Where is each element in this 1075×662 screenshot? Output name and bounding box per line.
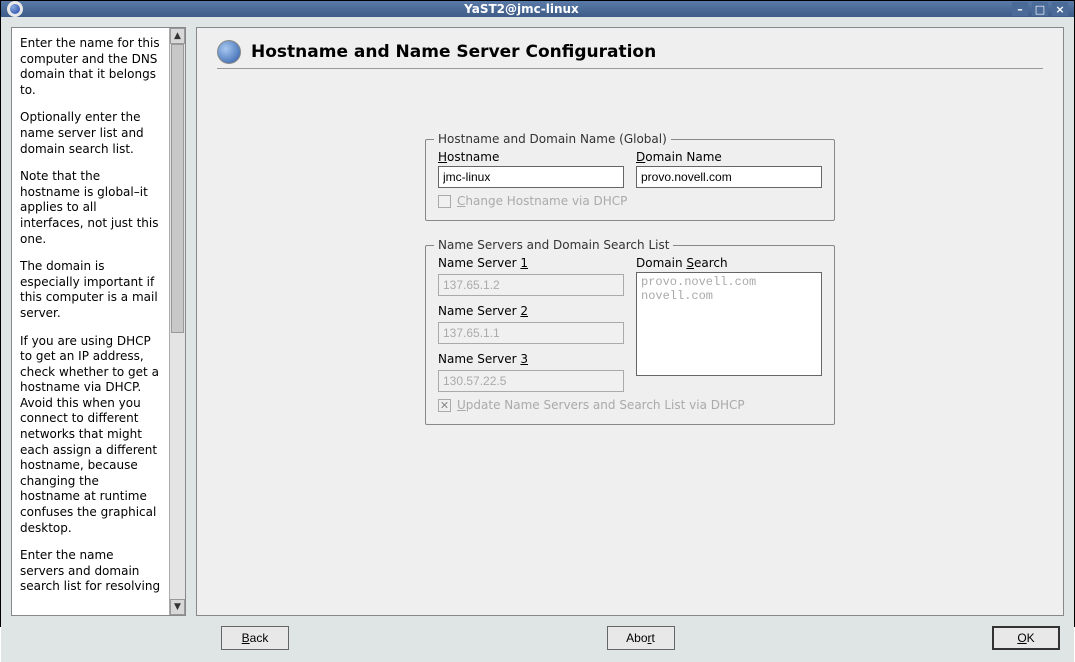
dhcp-hostname-checkbox (438, 195, 451, 208)
window-controls: – □ × (1012, 2, 1068, 16)
scroll-thumb[interactable] (171, 44, 184, 333)
heading-separator (217, 68, 1043, 69)
dhcp-ns-label: Update Name Servers and Search List via … (457, 398, 745, 412)
ns-grid: Name Server 1 Name Server 2 Name Server … (438, 256, 822, 392)
app-icon (7, 1, 23, 17)
globe-icon (217, 40, 241, 64)
scroll-track[interactable] (170, 44, 185, 599)
main-pane: Hostname and Name Server Configuration H… (196, 27, 1064, 616)
back-button[interactable]: Back (221, 626, 289, 650)
dhcp-ns-row: ✕ Update Name Servers and Search List vi… (438, 398, 822, 412)
hostname-row: Hostname Domain Name (438, 150, 822, 188)
hostname-field: Hostname (438, 150, 624, 188)
domain-field: Domain Name (636, 150, 822, 188)
domain-search-input (636, 272, 822, 376)
nameserver-group-legend: Name Servers and Domain Search List (434, 238, 673, 252)
help-p1: Enter the name for this computer and the… (20, 36, 161, 98)
ns2-input (438, 322, 624, 344)
hostname-group: Hostname and Domain Name (Global) Hostna… (425, 139, 835, 221)
dhcp-hostname-label: Change Hostname via DHCP (457, 194, 627, 208)
help-p3: Note that the hostname is global–it appl… (20, 169, 161, 247)
ns2-label: Name Server 2 (438, 304, 624, 318)
maximize-button[interactable]: □ (1032, 2, 1048, 16)
titlebar: YaST2@jmc-linux – □ × (1, 1, 1074, 17)
ok-button[interactable]: OK (992, 626, 1060, 650)
abort-button[interactable]: Abort (607, 626, 675, 650)
panels: Enter the name for this computer and the… (11, 27, 1064, 616)
dhcp-ns-checkbox: ✕ (438, 399, 451, 412)
nameserver-group: Name Servers and Domain Search List Name… (425, 245, 835, 425)
help-p5: If you are using DHCP to get an IP addre… (20, 334, 161, 537)
help-pane: Enter the name for this computer and the… (11, 27, 186, 616)
ns1-input (438, 274, 624, 296)
domain-label: Domain Name (636, 150, 822, 164)
window-title: YaST2@jmc-linux (31, 2, 1012, 16)
hostname-label: Hostname (438, 150, 624, 164)
scroll-up-icon[interactable]: ▲ (170, 28, 185, 44)
ns3-input (438, 370, 624, 392)
dhcp-hostname-row: Change Hostname via DHCP (438, 194, 822, 208)
minimize-button[interactable]: – (1012, 2, 1028, 16)
page-heading: Hostname and Name Server Configuration (217, 40, 1043, 64)
ns-left-col: Name Server 1 Name Server 2 Name Server … (438, 256, 624, 392)
domain-search-label: Domain Search (636, 256, 822, 270)
help-p6: Enter the name servers and domain search… (20, 548, 161, 595)
help-text: Enter the name for this computer and the… (12, 28, 169, 615)
help-p4: The domain is especially important if th… (20, 259, 161, 321)
hostname-input[interactable] (438, 166, 624, 188)
help-scrollbar[interactable]: ▲ ▼ (169, 28, 185, 615)
ns3-label: Name Server 3 (438, 352, 624, 366)
help-p2: Optionally enter the name server list an… (20, 110, 161, 157)
close-button[interactable]: × (1052, 2, 1068, 16)
window: YaST2@jmc-linux – □ × Enter the name for… (0, 0, 1075, 627)
domain-input[interactable] (636, 166, 822, 188)
scroll-down-icon[interactable]: ▼ (170, 599, 185, 615)
ns-right-col: Domain Search (636, 256, 822, 392)
ns1-label: Name Server 1 (438, 256, 624, 270)
client-area: Enter the name for this computer and the… (1, 17, 1074, 662)
page-title: Hostname and Name Server Configuration (251, 42, 656, 62)
button-bar: Back Abort OK (11, 626, 1064, 652)
hostname-group-legend: Hostname and Domain Name (Global) (434, 132, 671, 146)
